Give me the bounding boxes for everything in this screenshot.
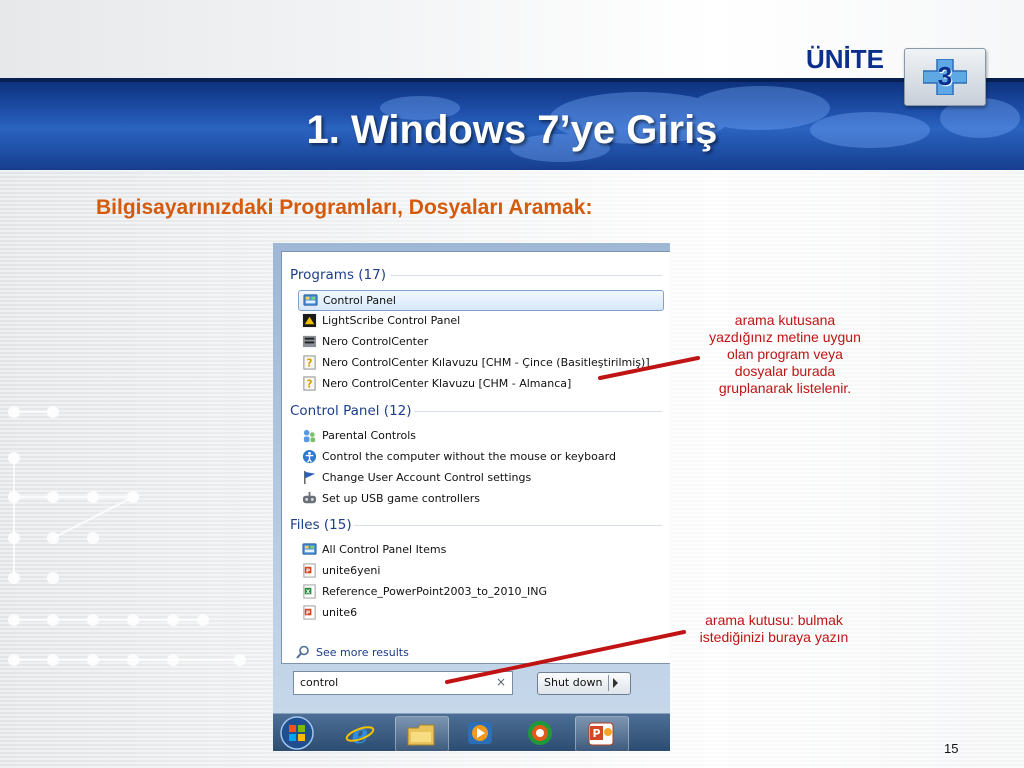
result-item-label: Reference_PowerPoint2003_to_2010_ING — [322, 585, 547, 598]
svg-text:P: P — [306, 568, 310, 574]
results-callout-line: olan program veya — [727, 346, 843, 362]
start-menu-screenshot: Programs (17) Control Panel LightScribe … — [273, 243, 670, 751]
uac-flag-icon — [304, 470, 316, 485]
search-results-panel: Programs (17) Control Panel LightScribe … — [281, 251, 670, 664]
media-center-icon — [528, 721, 552, 745]
svg-text:P: P — [306, 610, 310, 616]
result-item-all-control-panel-items[interactable]: All Control Panel Items — [298, 540, 662, 560]
svg-text:P: P — [592, 727, 600, 740]
shut-down-button[interactable]: Shut down — [537, 672, 631, 695]
media-player-icon — [468, 722, 492, 744]
result-item-label: Control Panel — [323, 294, 396, 307]
result-item-uac-settings[interactable]: Change User Account Control settings — [298, 468, 662, 488]
nero-icon — [302, 335, 317, 348]
svg-text:?: ? — [307, 357, 313, 369]
decorative-dot-network — [8, 406, 246, 666]
svg-text:e: e — [352, 720, 369, 747]
result-item-nero-controlcenter[interactable]: Nero ControlCenter — [298, 332, 662, 352]
svg-text:?: ? — [307, 378, 313, 390]
taskbar-internet-explorer[interactable]: e — [335, 716, 387, 750]
search-callout-line: istediğinizi buraya yazın — [699, 629, 849, 645]
shut-down-label: Shut down — [544, 676, 603, 689]
start-menu-search-input[interactable]: control × — [293, 671, 513, 695]
powerpoint-file-icon: P — [303, 605, 316, 620]
clear-search-icon[interactable]: × — [496, 675, 506, 689]
taskbar-windows-explorer[interactable] — [395, 716, 449, 751]
result-item-label: Nero ControlCenter Klavuzu [CHM - Almanc… — [322, 377, 572, 390]
start-orb-icon[interactable] — [279, 716, 315, 750]
slide-subtitle: Bilgisayarınızdaki Programları, Dosyalar… — [96, 196, 593, 219]
powerpoint-file-icon: P — [303, 563, 316, 578]
shut-down-separator — [608, 675, 609, 691]
taskbar-media-center[interactable] — [515, 716, 567, 750]
group-divider — [390, 275, 662, 276]
ease-of-access-icon — [302, 449, 317, 464]
unit-badge: 3 — [904, 48, 986, 106]
result-item-label: Set up USB game controllers — [322, 492, 480, 505]
control-panel-icon — [303, 294, 318, 306]
group-divider — [414, 411, 662, 412]
results-callout-line: dosyalar burada — [734, 363, 836, 379]
result-item-nero-help-german[interactable]: ? Nero ControlCenter Klavuzu [CHM - Alma… — [298, 374, 662, 394]
unit-number: 3 — [937, 61, 953, 91]
unit-label: ÜNİTE — [806, 44, 884, 74]
result-item-label: unite6yeni — [322, 564, 381, 577]
group-title-programs: Programs (17) — [290, 267, 386, 283]
help-file-icon: ? — [303, 355, 316, 370]
start-menu-frame: Programs (17) Control Panel LightScribe … — [273, 243, 670, 713]
result-item-label: unite6 — [322, 606, 358, 619]
search-callout-line: arama kutusu: bulmak — [705, 612, 843, 628]
taskbar-media-player[interactable] — [455, 716, 507, 750]
result-item-unite6yeni[interactable]: P unite6yeni — [298, 561, 662, 581]
parental-controls-icon — [303, 429, 316, 443]
result-item-label: Parental Controls — [322, 429, 416, 442]
results-callout-line: arama kutusana — [734, 312, 836, 328]
results-callout-line: yazdığınız metine uygun — [709, 329, 861, 345]
excel-file-icon: X — [303, 584, 316, 599]
internet-explorer-icon: e — [345, 720, 375, 747]
svg-text:X: X — [306, 589, 311, 595]
result-item-control-panel[interactable]: Control Panel — [298, 290, 664, 311]
result-item-lightscribe[interactable]: LightScribe Control Panel — [298, 311, 662, 331]
search-input-value: control — [300, 676, 339, 689]
powerpoint-icon: P — [588, 722, 614, 746]
group-title-control-panel: Control Panel (12) — [290, 403, 412, 419]
result-item-ease-of-access[interactable]: Control the computer without the mouse o… — [298, 447, 662, 467]
results-callout: arama kutusana yazdığınız metine uygun o… — [700, 312, 870, 397]
result-item-parental-controls[interactable]: Parental Controls — [298, 426, 662, 446]
lightscribe-icon — [302, 313, 317, 328]
result-item-label: Control the computer without the mouse o… — [322, 450, 616, 463]
page-number: 15 — [944, 741, 959, 756]
result-item-nero-help-chinese[interactable]: ? Nero ControlCenter Kılavuzu [CHM - Çin… — [298, 353, 662, 373]
result-item-label: All Control Panel Items — [322, 543, 447, 556]
shut-down-options-arrow-icon[interactable] — [613, 678, 618, 688]
search-icon — [296, 645, 309, 659]
taskbar: e P — [273, 713, 670, 751]
result-item-label: Nero ControlCenter Kılavuzu [CHM - Çince… — [322, 356, 650, 369]
help-file-icon: ? — [303, 376, 316, 391]
control-panel-icon — [302, 543, 317, 555]
result-item-label: LightScribe Control Panel — [322, 314, 461, 327]
result-item-usb-game-controllers[interactable]: Set up USB game controllers — [298, 489, 662, 509]
group-divider — [354, 525, 662, 526]
slide-title: 1. Windows 7’ye Giriş — [306, 108, 718, 152]
result-item-unite6[interactable]: P unite6 — [298, 603, 662, 623]
search-box-callout: arama kutusu: bulmak istediğinizi buraya… — [684, 612, 864, 646]
group-title-files: Files (15) — [290, 517, 352, 533]
windows-explorer-icon — [407, 724, 435, 746]
result-item-label: Nero ControlCenter — [322, 335, 429, 348]
see-more-results-label: See more results — [316, 646, 409, 659]
game-controller-icon — [302, 491, 317, 504]
result-item-reference-pdf[interactable]: X Reference_PowerPoint2003_to_2010_ING — [298, 582, 662, 602]
results-callout-line: gruplanarak listelenir. — [718, 380, 852, 396]
result-item-label: Change User Account Control settings — [322, 471, 532, 484]
taskbar-powerpoint[interactable]: P — [575, 716, 629, 751]
